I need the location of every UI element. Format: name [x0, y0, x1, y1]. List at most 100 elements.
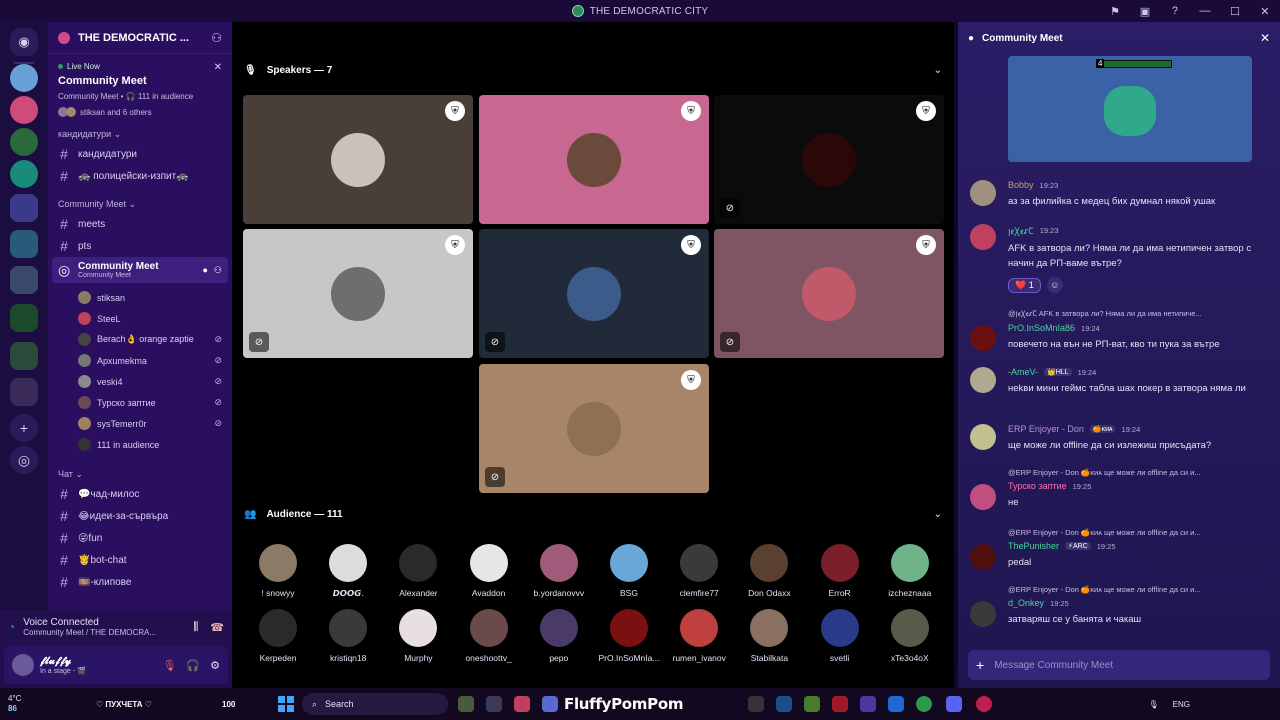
message-author[interactable]: ThePunisher — [1008, 541, 1059, 551]
add-server-icon[interactable]: + — [10, 414, 38, 442]
headset-icon[interactable]: 🎧 — [186, 659, 200, 672]
chat-bubble-icon[interactable]: ● — [202, 265, 207, 276]
audience-member[interactable]: Murphy — [383, 609, 453, 663]
channel-chat-0[interactable]: # 💬чад-милос — [48, 483, 232, 505]
message-author[interactable]: ERP Enjoyer - Don — [1008, 424, 1084, 434]
stage-member[interactable]: veski4 ⊘ — [48, 371, 232, 392]
category-chat[interactable]: Чат ⌄ — [48, 465, 232, 483]
avatar[interactable] — [970, 325, 996, 351]
server-folder-icon[interactable] — [10, 342, 38, 370]
reply-reference[interactable]: @ERP Enjoyer - Don 🍊ᴋᴎᴀ ще може ли offli… — [1008, 468, 1258, 477]
discord-taskbar-icon[interactable] — [946, 696, 962, 712]
stage-member[interactable]: stiksan — [48, 287, 232, 308]
channel-top-0[interactable]: # кандидатури — [48, 143, 232, 165]
maximize-button[interactable]: ☐ — [1228, 5, 1242, 18]
reply-reference[interactable]: @ERP Enjoyer - Don 🍊ᴋᴎᴀ ще може ли offli… — [1008, 528, 1258, 537]
monitor-icon[interactable]: ▣ — [1138, 5, 1152, 18]
audience-member[interactable]: Kerpeden — [243, 609, 313, 663]
audience-member[interactable]: Don Odaxx — [734, 544, 804, 598]
server-icon[interactable] — [10, 160, 38, 188]
message-author[interactable]: ꞁꬲꞳꬲꭉꞆ — [1008, 224, 1034, 237]
chevron-down-icon[interactable]: ⌄ — [934, 509, 942, 520]
avatar[interactable] — [12, 654, 34, 676]
noise-suppression-icon[interactable]: ⫼ — [193, 621, 198, 634]
stage-channel-community-meet[interactable]: ◎ Community Meet Community Meet ● ⚇ — [52, 257, 228, 283]
live-stage-card[interactable]: Live Now Community Meet Community Meet •… — [56, 58, 224, 121]
audience-member[interactable]: kristiqn18 — [313, 609, 383, 663]
taskbar-app-icon[interactable] — [976, 696, 992, 712]
taskbar-app-icon[interactable] — [776, 696, 792, 712]
help-icon[interactable]: ? — [1168, 5, 1182, 17]
speaker-tile[interactable]: ⛨ ⊘ — [479, 364, 709, 493]
chat-message[interactable]: @ERP Enjoyer - Don 🍊ᴋᴎᴀ ще може ли offli… — [970, 585, 1270, 627]
speaker-tile[interactable]: ⛨ ⊘ — [714, 95, 944, 224]
chat-message[interactable]: Bobby 19:23 аз за филийка с медец бих думн… — [970, 180, 1270, 209]
server-icon[interactable] — [10, 96, 38, 124]
reply-reference[interactable]: @ERP Enjoyer - Don 🍊ᴋᴎᴀ ще може ли offli… — [1008, 585, 1258, 594]
category-candidates[interactable]: кандидатури ⌄ — [48, 125, 232, 143]
server-folder-icon[interactable] — [10, 266, 38, 294]
mic-muted-icon[interactable]: 🎙 — [162, 659, 176, 672]
audience-member[interactable]: PrO.InSoMnIa... — [594, 609, 664, 663]
server-icon[interactable] — [10, 64, 38, 92]
stage-member[interactable]: SteeL — [48, 308, 232, 329]
taskbar-app-icon[interactable] — [514, 696, 530, 712]
audience-member[interactable]: pepo — [524, 609, 594, 663]
server-icon[interactable] — [10, 128, 38, 156]
audience-header[interactable]: 👥 Audience — 111 ⌄ — [232, 498, 954, 530]
mic-icon[interactable]: 🎙 — [1149, 700, 1159, 709]
message-author[interactable]: d_Onkey — [1008, 598, 1044, 608]
audience-member[interactable]: b.yordanovvv — [524, 544, 594, 598]
chrome-icon[interactable] — [916, 696, 932, 712]
speaker-tile[interactable]: ⛨ ⊘ — [243, 229, 473, 358]
speaker-tile[interactable]: ⛨ ⊘ — [714, 229, 944, 358]
chat-message[interactable]: @ERP Enjoyer - Don 🍊ᴋᴎᴀ ще може ли offli… — [970, 468, 1270, 510]
disconnect-icon[interactable]: ☎ — [210, 621, 224, 634]
inbox-icon[interactable]: ⚑ — [1108, 5, 1122, 18]
gear-icon[interactable]: ⚙ — [210, 659, 220, 672]
channel-chat-2[interactable]: # 😜fun — [48, 527, 232, 549]
channel-chat-4[interactable]: # 🎞️-клипове — [48, 571, 232, 593]
avatar[interactable] — [970, 224, 996, 250]
avatar[interactable] — [970, 424, 996, 450]
channel-meet-1[interactable]: # pts — [48, 235, 232, 257]
category-community-meet[interactable]: Community Meet ⌄ — [48, 195, 232, 213]
audience-member[interactable]: ! snowyy — [243, 544, 313, 598]
avatar[interactable] — [970, 544, 996, 570]
channel-top-1[interactable]: # 🚓 полицейски-изпит🚓 — [48, 165, 232, 187]
add-reaction-icon[interactable]: ☺ — [1046, 277, 1063, 293]
server-folder-icon[interactable] — [10, 194, 38, 222]
channel-chat-1[interactable]: # 😂идеи-за-сървъра — [48, 505, 232, 527]
message-input[interactable] — [994, 659, 1225, 671]
minimize-button[interactable]: — — [1198, 5, 1212, 17]
taskbar-app-icon[interactable] — [458, 696, 474, 712]
language-indicator[interactable]: ENG — [1173, 700, 1190, 709]
server-folder-icon[interactable] — [10, 304, 38, 332]
message-author[interactable]: -AmeV- — [1008, 367, 1038, 377]
speakers-header[interactable]: 🎙 Speakers — 7 ⌄ — [232, 54, 954, 86]
taskbar-app-icon[interactable] — [860, 696, 876, 712]
stage-member[interactable]: Berach👌 orange zaptie ⊘ — [48, 329, 232, 350]
stage-member[interactable]: 111 in audience — [48, 434, 232, 455]
server-header[interactable]: THE DEMOCRATIC ... ⚇ — [48, 22, 232, 54]
close-icon[interactable]: ✕ — [214, 62, 222, 73]
audience-member[interactable]: xTe3o4oX — [875, 609, 945, 663]
audience-member[interactable]: clemfire77 — [664, 544, 734, 598]
chat-message[interactable]: -AmeV- 👑HLL 19:24 неkви мини геймс табла ша… — [970, 367, 1270, 396]
channel-meet-0[interactable]: # meets — [48, 213, 232, 235]
taskbar-app-icon[interactable] — [832, 696, 848, 712]
message-author[interactable]: PrO.InSoMnIa86 — [1008, 323, 1075, 333]
discord-home-icon[interactable]: ◉ — [10, 28, 38, 56]
stage-member[interactable]: sysTemerr0r ⊘ — [48, 413, 232, 434]
audience-member[interactable]: 𝘿𝙊𝙊𝙂. — [313, 544, 383, 599]
explore-icon[interactable]: ◎ — [10, 446, 38, 474]
reaction-pill[interactable]: ❤️ 1 — [1008, 277, 1041, 293]
taskbar-app-icon[interactable] — [888, 696, 904, 712]
chat-message[interactable]: @ꞁꬲꞳꬲꭉꞆ AFK в затвора ли? Няма ли да има… — [970, 309, 1270, 352]
server-folder-icon[interactable] — [10, 230, 38, 258]
add-attachment-icon[interactable]: + — [976, 657, 984, 673]
weather-widget[interactable]: 4°C 86 — [0, 694, 60, 714]
taskbar-search[interactable]: ⌕ Search — [302, 693, 448, 715]
taskbar-app-icon[interactable] — [542, 696, 558, 712]
reply-reference[interactable]: @ꞁꬲꞳꬲꭉꞆ AFK в затвора ли? Няма ли да има… — [1008, 309, 1258, 319]
